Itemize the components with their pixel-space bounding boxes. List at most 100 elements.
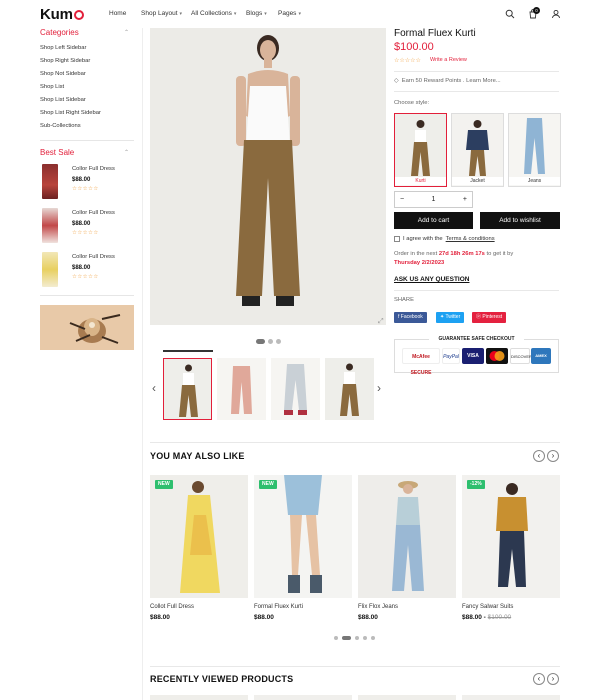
- main-product-image[interactable]: [150, 28, 386, 325]
- product-card-price: $88.00: [150, 614, 170, 621]
- thumbnail-2[interactable]: [217, 358, 266, 420]
- best-sale-price: $88.00: [72, 265, 91, 271]
- diamond-icon: ◇: [394, 78, 399, 84]
- model-figure: [150, 28, 386, 325]
- chevron-right-icon[interactable]: ›: [547, 450, 559, 462]
- zoom-icon[interactable]: ⤢: [378, 318, 384, 326]
- best-sale-title: Best Sale: [40, 148, 75, 157]
- thumbnail-3[interactable]: [271, 358, 320, 420]
- product-card-image[interactable]: [358, 475, 456, 598]
- product-card-image[interactable]: [254, 475, 352, 598]
- style-option-jacket[interactable]: Jacket: [451, 113, 504, 187]
- new-badge: NEW: [259, 480, 277, 489]
- paypal-icon: PayPal: [442, 348, 460, 364]
- divider: [394, 71, 559, 72]
- product-card-image[interactable]: [150, 475, 248, 598]
- sidebar-item-shop-list-right-sidebar[interactable]: Shop List Right Sidebar: [40, 110, 101, 116]
- best-sale-price: $88.00: [72, 177, 91, 183]
- best-sale-name[interactable]: Collor Full Dress: [72, 254, 115, 260]
- nav-all-collections[interactable]: All Collections ▾: [191, 10, 236, 17]
- chevron-left-icon[interactable]: ‹: [533, 673, 545, 685]
- product-card-image[interactable]: [254, 695, 352, 700]
- best-sale-name[interactable]: Collor Full Dress: [72, 210, 115, 216]
- share-pinterest-button[interactable]: ⓟ Pinterest: [472, 312, 507, 323]
- carousel-dot[interactable]: [363, 636, 367, 640]
- divider: [394, 91, 559, 92]
- sidebar-item-shop-right-sidebar[interactable]: Shop Right Sidebar: [40, 58, 90, 64]
- carousel-dot[interactable]: [355, 636, 359, 640]
- divider: [150, 442, 560, 443]
- quantity-stepper[interactable]: − 1 +: [394, 191, 473, 208]
- carousel-dot[interactable]: [371, 636, 375, 640]
- best-sale-image[interactable]: [42, 252, 58, 287]
- slider-dot[interactable]: [276, 339, 281, 344]
- divider: [394, 290, 559, 291]
- style-label: Kurti: [395, 177, 446, 185]
- carousel-dot[interactable]: [334, 636, 338, 640]
- terms-agreement: I agree with the Terms & conditions: [394, 236, 495, 242]
- sidebar-item-shop-left-sidebar[interactable]: Shop Left Sidebar: [40, 45, 86, 51]
- product-card-image[interactable]: [462, 695, 560, 700]
- reward-points[interactable]: ◇ Earn 50 Reward Points . Learn More...: [394, 78, 501, 84]
- thumbnail-1[interactable]: [163, 358, 212, 420]
- terms-checkbox[interactable]: [394, 236, 400, 242]
- chevron-down-icon: ▾: [298, 10, 301, 17]
- product-card-image[interactable]: [150, 695, 248, 700]
- nav-home[interactable]: Home: [109, 10, 126, 17]
- slider-dot[interactable]: [256, 339, 265, 344]
- ask-question-link[interactable]: ASK US ANY QUESTION: [394, 276, 469, 283]
- user-icon[interactable]: [551, 9, 561, 19]
- mcafee-badge: McAfee SECURE: [402, 348, 440, 376]
- logo[interactable]: Kum: [40, 6, 84, 23]
- product-card-image[interactable]: [462, 475, 560, 598]
- quantity-value[interactable]: 1: [432, 196, 436, 203]
- sidebar-banner-image[interactable]: [40, 305, 134, 350]
- add-to-cart-button[interactable]: Add to cart: [394, 212, 473, 229]
- chevron-left-icon[interactable]: ‹: [533, 450, 545, 462]
- sidebar-item-shop-not-sidebar[interactable]: Shop Not Sidebar: [40, 71, 86, 77]
- sidebar-item-shop-list[interactable]: Shop List: [40, 84, 64, 90]
- slider-dot[interactable]: [268, 339, 273, 344]
- product-card-name[interactable]: Collot Full Dress: [150, 604, 194, 610]
- minus-icon[interactable]: −: [400, 196, 404, 203]
- delivery-date: Thursday 2/2/2023: [394, 260, 445, 266]
- share-facebook-button[interactable]: f Facebook: [394, 312, 427, 323]
- rating-stars: ☆☆☆☆☆: [394, 58, 421, 64]
- sidebar-divider: [142, 28, 143, 700]
- product-card-name[interactable]: Formal Fluex Kurti: [254, 604, 303, 610]
- nav-pages[interactable]: Pages ▾: [278, 10, 301, 17]
- rating-stars: ☆☆☆☆☆: [72, 186, 99, 192]
- product-card-name[interactable]: Flix Flox Jeans: [358, 604, 398, 610]
- plus-icon[interactable]: +: [463, 196, 467, 203]
- product-card-image[interactable]: [358, 695, 456, 700]
- rating-stars: ☆☆☆☆☆: [72, 274, 99, 280]
- facebook-icon: f: [398, 314, 400, 320]
- style-option-kurti[interactable]: Kurti: [394, 113, 447, 187]
- nav-blogs[interactable]: Blogs ▾: [246, 10, 267, 17]
- best-sale-name[interactable]: Collor Full Dress: [72, 166, 115, 172]
- best-sale-image[interactable]: [42, 164, 58, 199]
- write-review-link[interactable]: Write a Review: [430, 57, 467, 63]
- product-card-name[interactable]: Fancy Salwar Suits: [462, 604, 513, 610]
- terms-link[interactable]: Terms & conditions: [446, 236, 495, 242]
- add-to-wishlist-button[interactable]: Add to wishlist: [480, 212, 560, 229]
- chevron-up-icon[interactable]: ⌃: [124, 149, 129, 156]
- banner-illustration: [69, 314, 121, 344]
- chevron-right-icon[interactable]: ›: [547, 673, 559, 685]
- sidebar-item-shop-list-sidebar[interactable]: Shop List Sidebar: [40, 97, 86, 103]
- visa-icon: VISA: [462, 348, 484, 364]
- thumbnail-4[interactable]: [325, 358, 374, 420]
- best-sale-image[interactable]: [42, 208, 58, 243]
- style-option-jeans[interactable]: Jeans: [508, 113, 561, 187]
- chevron-left-icon[interactable]: ‹: [152, 381, 156, 395]
- chevron-up-icon[interactable]: ⌃: [124, 29, 129, 36]
- mastercard-icon: [486, 348, 508, 364]
- carousel-dot[interactable]: [342, 636, 351, 640]
- product-card-price: $88.00: [254, 614, 274, 621]
- search-icon[interactable]: [505, 9, 515, 19]
- sidebar-item-sub-collections[interactable]: Sub-Collections: [40, 123, 81, 129]
- nav-shop-layout[interactable]: Shop Layout ▾: [141, 10, 182, 17]
- share-twitter-button[interactable]: ✦ Twitter: [436, 312, 465, 323]
- chevron-right-icon[interactable]: ›: [377, 381, 381, 395]
- chevron-down-icon: ▾: [179, 10, 183, 17]
